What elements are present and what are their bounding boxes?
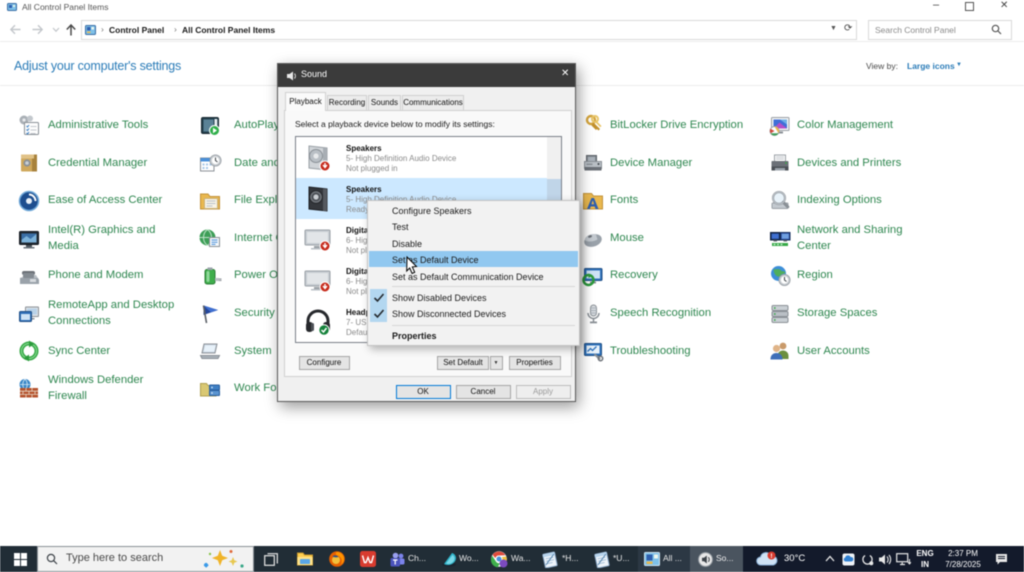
svg-text:!: ! — [770, 553, 772, 560]
